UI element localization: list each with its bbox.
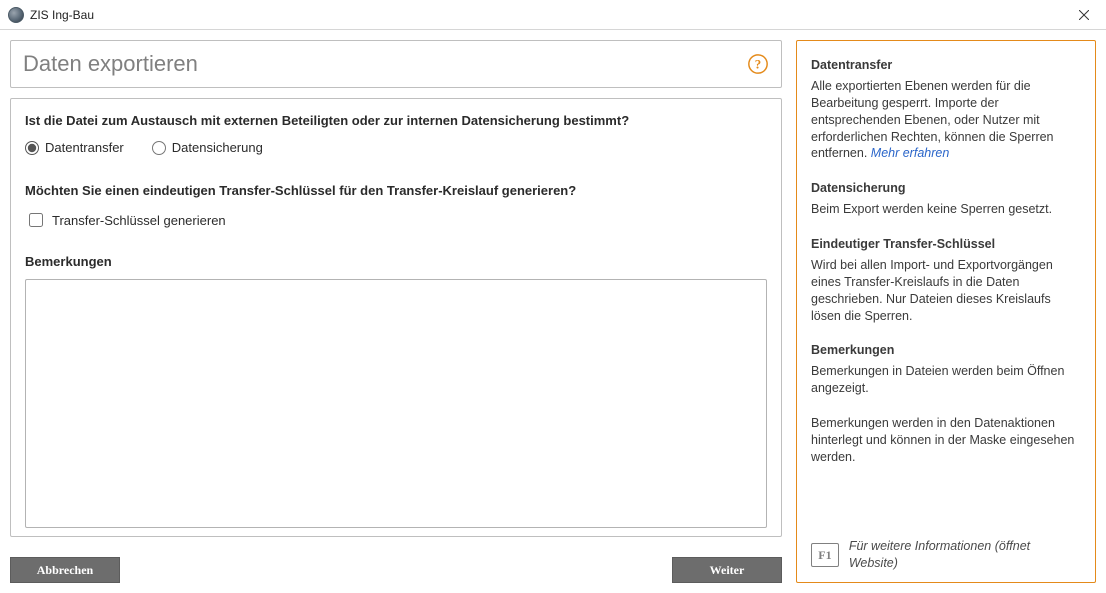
help-title: Eindeutiger Transfer-Schlüssel <box>811 236 1081 253</box>
f1-hint[interactable]: F1 Für weitere Informationen (öffnet Web… <box>811 530 1081 572</box>
help-section-datentransfer: Datentransfer Alle exportierten Ebenen w… <box>811 57 1081 162</box>
help-text: Bemerkungen in Dateien werden beim Öffne… <box>811 363 1081 397</box>
checkbox-transfer-key-label: Transfer-Schlüssel generieren <box>52 213 226 228</box>
help-panel: Datentransfer Alle exportierten Ebenen w… <box>796 40 1096 583</box>
help-section-datensicherung: Datensicherung Beim Export werden keine … <box>811 180 1081 218</box>
radio-item-backup[interactable]: Datensicherung <box>152 140 263 155</box>
cancel-button[interactable]: Abbrechen <box>10 557 120 583</box>
radio-datentransfer[interactable] <box>25 141 39 155</box>
question-file-purpose: Ist die Datei zum Austausch mit externen… <box>25 113 767 128</box>
button-row: Abbrechen Weiter <box>10 557 782 583</box>
help-text: Wird bei allen Import- und Exportvorgäng… <box>811 257 1081 325</box>
f1-text: Für weitere Informationen (öffnet Websit… <box>849 538 1081 572</box>
checkbox-row-transfer-key[interactable]: Transfer-Schlüssel generieren <box>25 210 767 230</box>
checkbox-transfer-key[interactable] <box>29 213 43 227</box>
svg-text:?: ? <box>755 58 761 72</box>
radio-datentransfer-label: Datentransfer <box>45 140 124 155</box>
help-body: Datentransfer Alle exportierten Ebenen w… <box>811 57 1081 530</box>
radio-item-transfer[interactable]: Datentransfer <box>25 140 124 155</box>
help-title: Datensicherung <box>811 180 1081 197</box>
app-icon <box>8 7 24 23</box>
radio-datensicherung[interactable] <box>152 141 166 155</box>
left-column: Daten exportieren ? Ist die Datei zum Au… <box>10 40 782 583</box>
help-link-mehr-erfahren[interactable]: Mehr erfahren <box>871 146 950 160</box>
help-text: Alle exportierten Ebenen werden für die … <box>811 78 1081 162</box>
radio-group-purpose: Datentransfer Datensicherung <box>25 140 767 155</box>
titlebar: ZIS Ing-Bau <box>0 0 1106 30</box>
export-title-panel: Daten exportieren ? <box>10 40 782 88</box>
form-panel: Ist die Datei zum Austausch mit externen… <box>10 98 782 537</box>
window-title: ZIS Ing-Bau <box>30 8 1062 22</box>
radio-datensicherung-label: Datensicherung <box>172 140 263 155</box>
help-title: Datentransfer <box>811 57 1081 74</box>
close-icon <box>1079 10 1089 20</box>
page-title: Daten exportieren <box>23 51 747 77</box>
f1-badge: F1 <box>811 543 839 567</box>
help-section-bemerkungen-extra: Bemerkungen werden in den Datenaktionen … <box>811 415 1081 466</box>
help-title: Bemerkungen <box>811 342 1081 359</box>
next-button[interactable]: Weiter <box>672 557 782 583</box>
help-text: Bemerkungen werden in den Datenaktionen … <box>811 415 1081 466</box>
close-button[interactable] <box>1062 0 1106 30</box>
help-section-bemerkungen: Bemerkungen Bemerkungen in Dateien werde… <box>811 342 1081 397</box>
help-section-transfer-key: Eindeutiger Transfer-Schlüssel Wird bei … <box>811 236 1081 324</box>
dialog-body: Daten exportieren ? Ist die Datei zum Au… <box>0 30 1106 593</box>
remarks-label: Bemerkungen <box>25 254 767 269</box>
help-text: Beim Export werden keine Sperren gesetzt… <box>811 201 1081 218</box>
help-icon: ? <box>747 53 769 75</box>
question-transfer-key: Möchten Sie einen eindeutigen Transfer-S… <box>25 183 767 198</box>
remarks-textarea[interactable] <box>25 279 767 528</box>
help-button[interactable]: ? <box>747 53 769 75</box>
